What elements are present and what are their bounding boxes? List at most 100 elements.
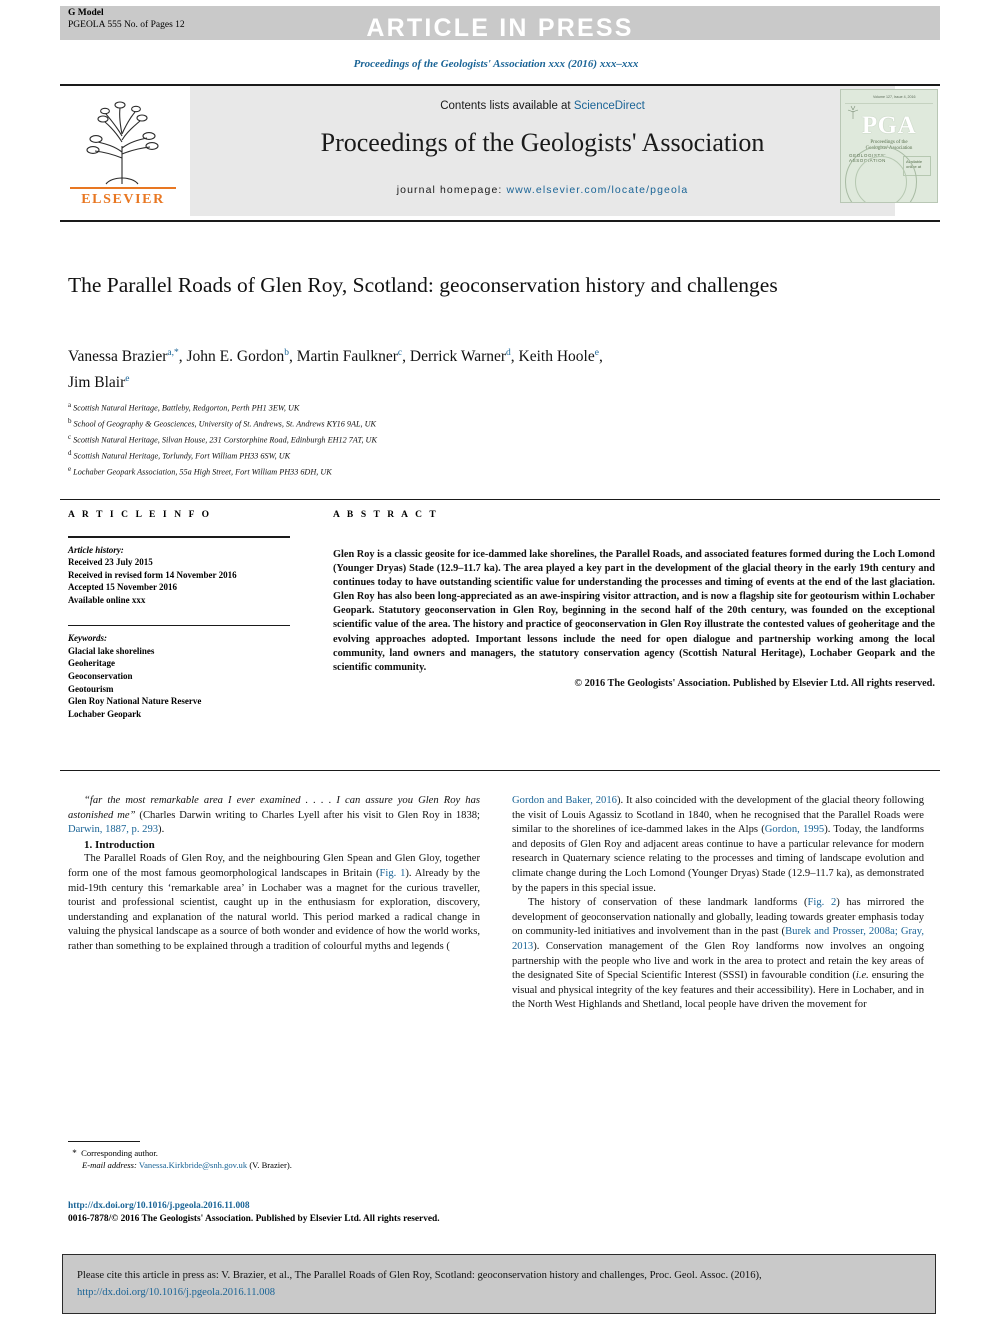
affiliation-text: Lochaber Geopark Association, 55a High S… [73, 467, 332, 477]
article-info-column: Article history: Received 23 July 2015 R… [68, 536, 293, 720]
affiliation-text: School of Geography & Geosciences, Unive… [73, 419, 377, 429]
affiliation-item: c Scottish Natural Heritage, Silvan Hous… [68, 431, 918, 447]
footnote-divider [68, 1141, 140, 1142]
article-history-label: Article history: [68, 544, 124, 555]
intro-paragraph-part2: Gordon and Baker, 2016). It also coincid… [512, 794, 924, 896]
body-column-right: Gordon and Baker, 2016). It also coincid… [512, 794, 924, 1013]
journal-title: Proceedings of the Geologists' Associati… [320, 128, 765, 157]
abstract-text: Glen Roy is a classic geosite for ice-da… [333, 549, 935, 673]
keyword-item: Geoconservation [68, 670, 133, 681]
affiliation-mark: e [68, 465, 72, 474]
section-heading-introduction: 1. Introduction [84, 838, 155, 851]
author-name: John E. Gordon [186, 348, 285, 366]
cover-top-bar: Volume 127, Issue 4, 2016 [845, 94, 933, 104]
article-in-press-label: ARTICLE IN PRESS [366, 14, 634, 42]
contents-list-line: Contents lists available at ScienceDirec… [190, 100, 895, 112]
figure-link-1[interactable]: Fig. 1 [380, 868, 406, 879]
affiliation-mark: b [68, 417, 72, 426]
email-note: E-mail address: Vanessa.Kirkbride@snh.go… [68, 1159, 478, 1171]
abstract-copyright: © 2016 The Geologists' Association. Publ… [574, 677, 935, 689]
affiliation-text: Scottish Natural Heritage, Torlundy, For… [73, 451, 291, 461]
homepage-label: journal homepage: [396, 184, 503, 196]
journal-masthead: ELSEVIER Contents lists available at Sci… [60, 84, 940, 222]
reference-link-gordon-baker[interactable]: Gordon and Baker, 2016 [512, 795, 617, 806]
affiliation-mark: a [68, 401, 72, 409]
affiliation-item: a Scottish Natural Heritage, Battleby, R… [68, 399, 918, 415]
affiliation-text: Scottish Natural Heritage, Silvan House,… [73, 435, 377, 445]
para2-text-a: The history of conservation of these lan… [528, 897, 808, 909]
elsevier-logo: ELSEVIER [62, 88, 184, 214]
email-label: E-mail address: [82, 1160, 137, 1171]
cite-doi-link[interactable]: http://dx.doi.org/10.1016/j.pgeola.2016.… [77, 1287, 275, 1298]
author-marks: e [594, 348, 599, 358]
journal-homepage-line: journal homepage: www.elsevier.com/locat… [190, 184, 895, 196]
author-name: Vanessa Brazier [68, 348, 168, 366]
body-divider [60, 770, 940, 771]
epigraph-tail: ). [158, 824, 165, 836]
reference-link-darwin[interactable]: Darwin, 1887, p. 293 [68, 824, 158, 835]
elsevier-wordmark: ELSEVIER [81, 192, 165, 207]
footer-doi-block: http://dx.doi.org/10.1016/j.pgeola.2016.… [68, 1200, 568, 1225]
affiliation-list: a Scottish Natural Heritage, Battleby, R… [68, 399, 918, 479]
cover-volume-text: Volume 127, Issue 4, 2016 [873, 95, 916, 99]
homepage-url[interactable]: www.elsevier.com/locate/pgeola [506, 184, 688, 196]
keywords-label: Keywords: [68, 633, 107, 644]
figure-link-2[interactable]: Fig. 2 [807, 897, 836, 908]
article-in-press-banner: ARTICLE IN PRESS [60, 6, 940, 42]
author-marks: c [397, 348, 403, 358]
g-model-label: G Model [68, 8, 104, 18]
keyword-item: Glacial lake shorelines [68, 645, 155, 656]
issn-copyright-line: 0016-7878/© 2016 The Geologists' Associa… [68, 1213, 440, 1224]
doi-link[interactable]: http://dx.doi.org/10.1016/j.pgeola.2016.… [68, 1200, 568, 1213]
affiliation-item: d Scottish Natural Heritage, Torlundy, F… [68, 447, 918, 463]
info-rule [68, 536, 290, 538]
cover-acronym: PGA [861, 112, 917, 139]
cite-article-text: Please cite this article in press as: V.… [77, 1267, 921, 1301]
abstract-heading: A B S T R A C T [333, 510, 439, 520]
contents-prefix: Contents lists available at [440, 100, 571, 112]
article-info-heading: A R T I C L E I N F O [68, 510, 212, 520]
author-name: Keith Hoole [518, 348, 595, 366]
cite-prefix: Please cite this article in press as: V.… [77, 1270, 762, 1281]
email-link[interactable]: Vanessa.Kirkbride@snh.gov.uk [139, 1160, 247, 1170]
author-marks: d [506, 348, 511, 358]
elsevier-tree-icon [86, 101, 159, 185]
keyword-item: Glen Roy National Nature Reserve [68, 696, 202, 707]
affiliation-mark: c [68, 433, 72, 442]
cover-association-seal: GEOLOGISTS' ASSOCIATION [845, 146, 917, 202]
author-list: Vanessa Braziera,*, John E. Gordonb, Mar… [68, 348, 603, 392]
history-item: Received in revised form 14 November 201… [68, 569, 237, 580]
history-item: Available online xxx [68, 594, 146, 605]
epigraph-attribution: (Charles Darwin writing to Charles Lyell… [135, 809, 480, 821]
reference-link-gordon-1995[interactable]: Gordon, 1995 [765, 824, 824, 835]
history-item: Accepted 15 November 2016 [68, 582, 178, 593]
corresponding-author-text: Corresponding author. [81, 1148, 158, 1158]
keyword-item: Geotourism [68, 683, 114, 694]
info-section-divider [60, 499, 940, 500]
email-suffix: (V. Brazier). [249, 1160, 292, 1171]
author-name: Jim Blair [68, 374, 126, 392]
g-model-block: G Model PGEOLA 555 No. of Pages 12 [68, 8, 185, 31]
author-marks: b [284, 348, 289, 358]
footnote-block: * Corresponding author. E-mail address: … [68, 1147, 478, 1172]
corresponding-author-note: * Corresponding author. [68, 1147, 478, 1159]
paper-page: ARTICLE IN PRESS G Model PGEOLA 555 No. … [0, 0, 992, 1323]
affiliation-item: e Lochaber Geopark Association, 55a High… [68, 463, 918, 479]
para2-italic-ie: i.e. [855, 970, 869, 982]
conservation-history-paragraph: The history of conservation of these lan… [512, 896, 924, 1013]
author-marks: a,* [167, 348, 179, 358]
elsevier-rule [70, 187, 176, 189]
running-head: Proceedings of the Geologists' Associati… [353, 58, 639, 70]
affiliation-item: b School of Geography & Geosciences, Uni… [68, 415, 918, 431]
keyword-item: Geoheritage [68, 658, 115, 669]
sciencedirect-link[interactable]: ScienceDirect [574, 100, 645, 112]
asterisk-marker: * [72, 1148, 77, 1158]
intro-text-b: ). Already by the mid-19th century this … [68, 867, 480, 952]
author-name: Derrick Warner [409, 348, 507, 366]
abstract-block: Glen Roy is a classic geosite for ice-da… [333, 548, 935, 691]
keyword-item: Lochaber Geopark [68, 708, 142, 719]
history-item: Received 23 July 2015 [68, 557, 153, 568]
cite-article-box: Please cite this article in press as: V.… [62, 1254, 936, 1314]
journal-cover-thumbnail: Volume 127, Issue 4, 2016 PGA Proceeding… [840, 89, 938, 203]
